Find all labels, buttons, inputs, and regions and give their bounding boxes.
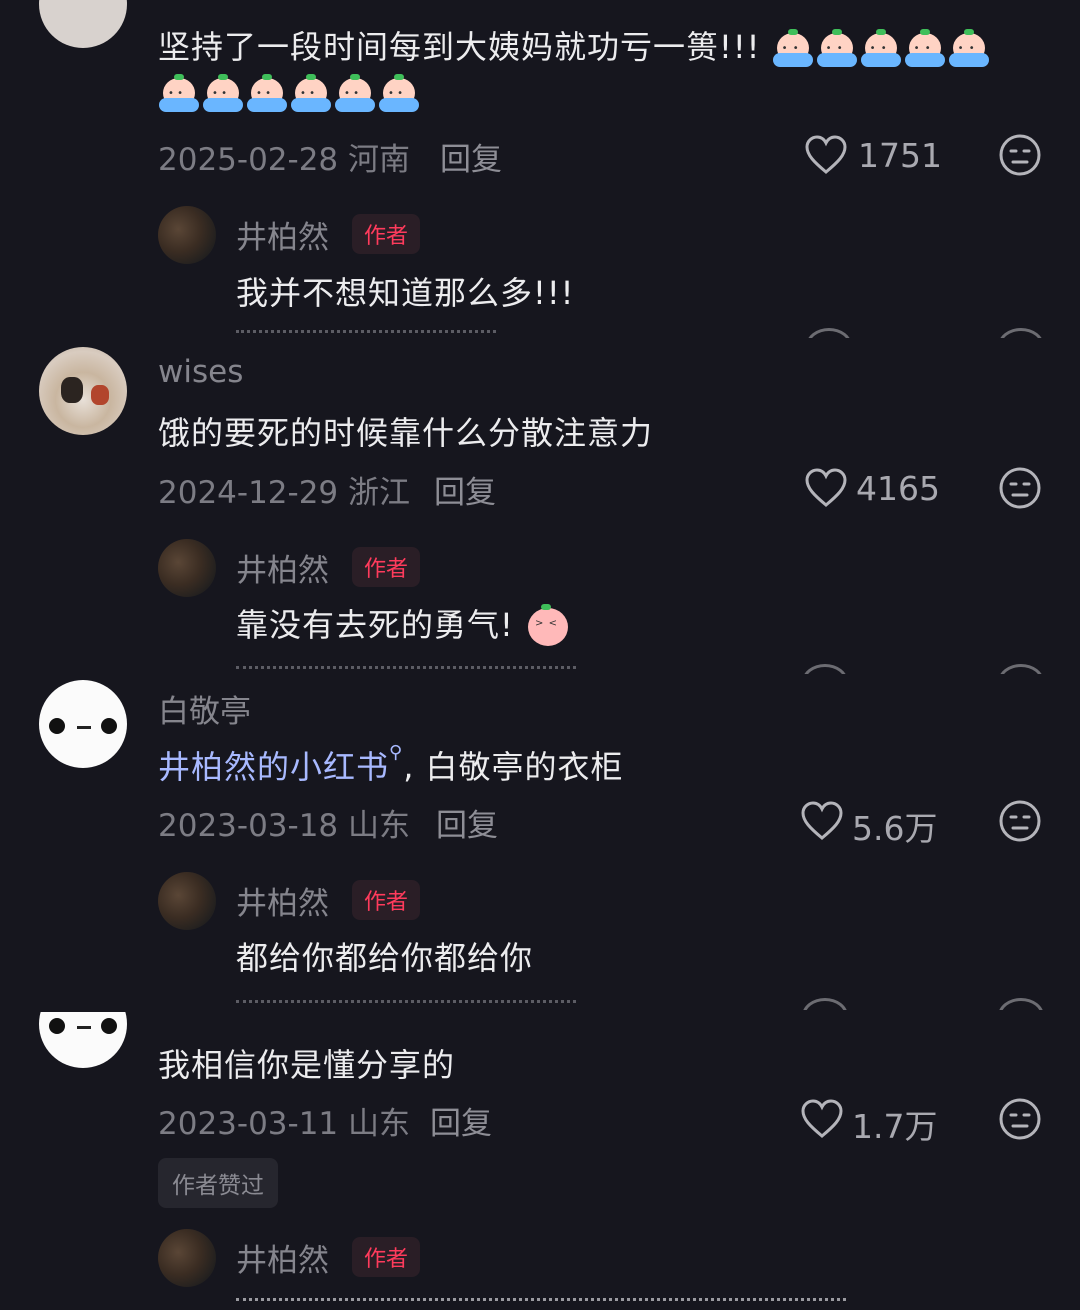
comment-text: 饿的要死的时候靠什么分散注意力 [158, 414, 654, 452]
search-icon[interactable]: ⚲ [389, 742, 403, 763]
dislike-button[interactable] [998, 799, 1042, 847]
dislike-button[interactable] [998, 133, 1042, 181]
comment-emoji-row: • • • • • • • • • • • • [158, 74, 422, 114]
reply-button[interactable]: 回复 [436, 800, 498, 845]
author-avatar[interactable] [158, 1229, 216, 1287]
heart-icon [801, 801, 843, 840]
comment-text: 坚持了一段时间每到大姨妈就功亏一篑!!! • • • • • • • • • • [158, 22, 992, 69]
like-button[interactable]: 1.7万 [800, 1096, 944, 1146]
commenter-avatar[interactable] [39, 1012, 127, 1068]
comment-date: 2024-12-29 [158, 475, 339, 511]
commenter-avatar[interactable] [39, 0, 127, 48]
clipped-reply-text [0, 1292, 1080, 1310]
like-count: 5.6万 [852, 809, 938, 848]
reply-username[interactable]: 井柏然 [236, 212, 329, 257]
reply-button[interactable]: 回复 [434, 467, 496, 512]
dislike-button[interactable] [998, 1097, 1042, 1145]
search-link[interactable]: 井柏然的小红书 [158, 748, 389, 786]
like-count: 4165 [856, 469, 940, 508]
crying-emoji-icon: • • [772, 29, 814, 69]
crying-emoji-icon: • • [904, 29, 946, 69]
crying-emoji-icon: • • [290, 74, 332, 114]
author-badge: 作者 [352, 1237, 421, 1277]
crying-emoji-icon: • • [378, 74, 420, 114]
dislike-button[interactable] [998, 466, 1042, 514]
author-avatar[interactable] [158, 872, 216, 930]
comment-text: 我相信你是懂分享的 [158, 1046, 456, 1084]
crying-emoji-icon: • • [202, 74, 244, 114]
clipped-meta-row [0, 992, 1080, 1010]
reply-text: 我并不想知道那么多!!! [236, 274, 575, 312]
author-liked-tag: 作者赞过 [158, 1158, 278, 1208]
meh-face-icon [999, 800, 1041, 842]
heart-icon [805, 135, 847, 174]
reply-username[interactable]: 井柏然 [236, 878, 329, 923]
meh-face-icon [999, 1098, 1041, 1140]
reply-button[interactable]: 回复 [430, 1098, 492, 1143]
author-badge: 作者 [352, 547, 421, 587]
crying-emoji-icon: • • [948, 29, 990, 69]
reply-username[interactable]: 井柏然 [236, 1235, 329, 1280]
like-count: 1751 [858, 136, 942, 175]
like-button[interactable]: 5.6万 [800, 798, 944, 848]
comment-meta: 2024-12-29 浙江 [158, 467, 410, 512]
reply-text: 都给你都给你都给你 [236, 939, 534, 977]
comment-username[interactable]: wises [158, 354, 243, 390]
comment-location: 山东 [348, 808, 411, 844]
like-count: 1.7万 [852, 1107, 938, 1146]
comment-meta: 2023-03-18 山东 [158, 800, 410, 845]
crying-emoji-icon: • • [246, 74, 288, 114]
author-badge: 作者 [352, 880, 421, 920]
comment-text: 井柏然的小红书⚲, 白敬亭的衣柜 [158, 742, 624, 786]
clipped-meta-row [0, 658, 1080, 674]
commenter-avatar[interactable] [39, 680, 127, 768]
comment-date: 2023-03-18 [158, 808, 339, 844]
crying-emoji-icon: • • [860, 29, 902, 69]
commenter-avatar[interactable] [39, 347, 127, 435]
crying-emoji-icon: • • [158, 74, 200, 114]
laughing-crying-emoji-icon: > < [525, 604, 571, 650]
like-button[interactable]: 4165 [804, 465, 944, 511]
author-avatar[interactable] [158, 206, 216, 264]
comment-date: 2023-03-11 [158, 1106, 339, 1142]
meh-face-icon [999, 134, 1041, 176]
comment-date: 2025-02-28 [158, 142, 339, 178]
author-avatar[interactable] [158, 539, 216, 597]
comment-location: 浙江 [348, 475, 411, 511]
clipped-meta-row [0, 322, 1080, 338]
comment-meta: 2025-02-28 河南 [158, 134, 410, 179]
comment-location: 河南 [348, 142, 411, 178]
crying-emoji-icon: • • [334, 74, 376, 114]
meh-face-icon [999, 467, 1041, 509]
comment-location: 山东 [348, 1106, 411, 1142]
like-button[interactable]: 1751 [804, 132, 944, 178]
heart-icon [801, 1099, 843, 1138]
comment-meta: 2023-03-11 山东 [158, 1098, 410, 1143]
comment-username[interactable]: 白敬亭 [158, 686, 251, 731]
author-badge: 作者 [352, 214, 421, 254]
reply-button[interactable]: 回复 [440, 134, 502, 179]
reply-text: 靠没有去死的勇气! > < [236, 600, 573, 650]
heart-icon [805, 468, 847, 507]
crying-emoji-icon: • • [816, 29, 858, 69]
reply-username[interactable]: 井柏然 [236, 545, 329, 590]
